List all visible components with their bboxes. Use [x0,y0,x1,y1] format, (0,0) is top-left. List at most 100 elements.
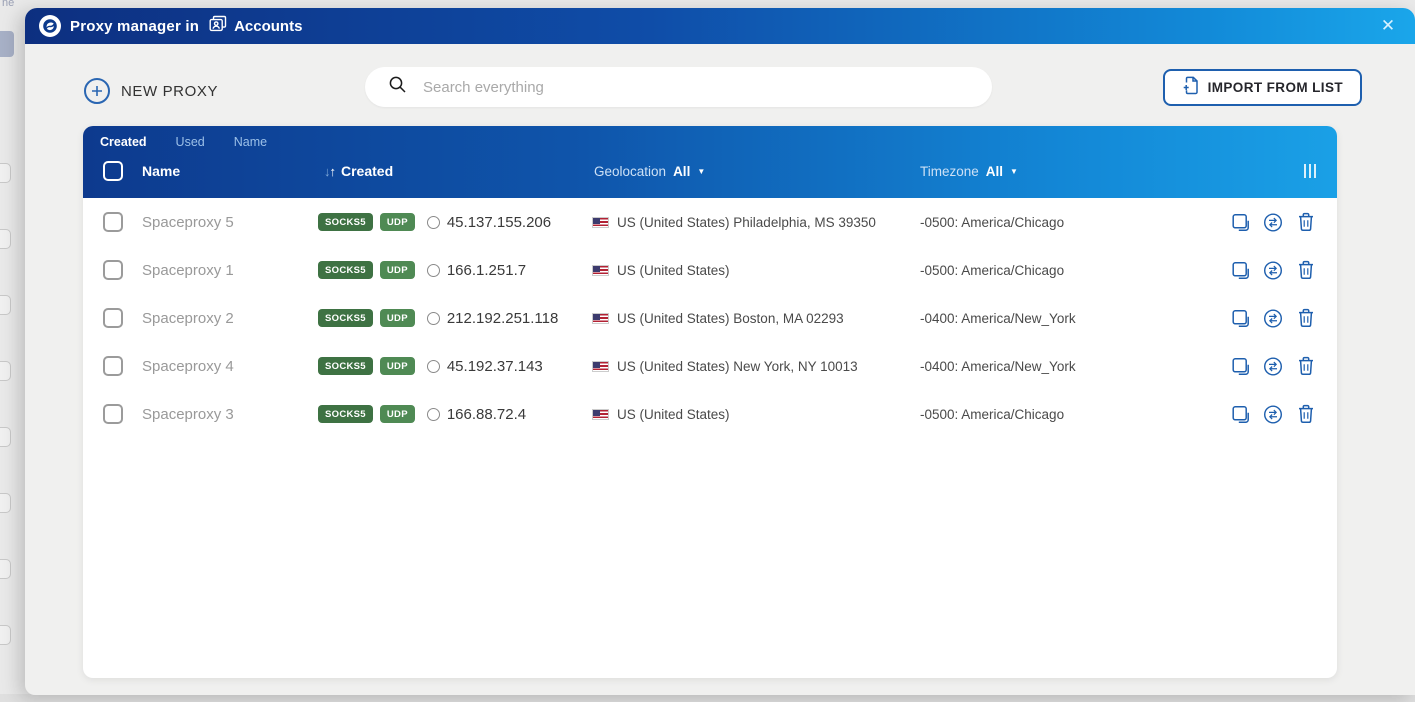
proxy-name[interactable]: Spaceproxy 5 [142,214,318,231]
tab-used[interactable]: Used [176,135,205,149]
delete-icon[interactable] [1296,308,1316,328]
copy-icon[interactable] [1230,404,1250,424]
status-circle-icon [427,216,440,229]
accounts-context[interactable]: Accounts [209,15,302,37]
delete-icon[interactable] [1296,260,1316,280]
background-checkbox [0,295,11,315]
delete-icon[interactable] [1296,212,1316,232]
transfer-icon[interactable] [1263,260,1283,280]
transfer-icon[interactable] [1263,212,1283,232]
new-proxy-button[interactable]: NEW PROXY [84,78,218,104]
proxy-ip[interactable]: 45.137.155.206 [447,214,551,231]
proxy-geolocation: US (United States) Philadelphia, MS 3935… [617,215,876,230]
columns-settings-icon[interactable] [1304,164,1316,178]
background-bottom-edge [0,694,1415,702]
proxy-name[interactable]: Spaceproxy 2 [142,310,318,327]
delete-icon[interactable] [1296,356,1316,376]
plus-icon [84,78,110,104]
status-circle-icon [427,264,440,277]
proxy-ip[interactable]: 166.1.251.7 [447,262,526,279]
tab-name[interactable]: Name [234,135,267,149]
background-checkbox [0,163,11,183]
proxy-name[interactable]: Spaceproxy 4 [142,358,318,375]
copy-icon[interactable] [1230,356,1250,376]
column-created[interactable]: Created [341,163,393,179]
column-header-row: Name ↓ ↑ Created Geolocation All ▼ Timez… [83,151,1337,191]
search-icon [388,75,407,99]
transport-badge: UDP [380,261,415,279]
delete-icon[interactable] [1296,404,1316,424]
close-icon[interactable]: ✕ [1375,13,1401,39]
column-timezone: Timezone [920,164,979,179]
row-checkbox[interactable] [103,308,123,328]
proxy-geolocation: US (United States) [617,407,730,422]
sort-tabs: Created Used Name [83,126,1337,149]
geolocation-filter-value[interactable]: All [673,164,690,179]
select-all-checkbox[interactable] [103,161,123,181]
status-circle-icon [427,360,440,373]
background-checkbox [0,361,11,381]
us-flag-icon [592,361,609,372]
column-name: Name [142,163,318,179]
search-input[interactable] [423,79,982,96]
chevron-down-icon[interactable]: ▼ [1010,167,1018,176]
proxy-ip[interactable]: 212.192.251.118 [447,310,559,327]
search-bar[interactable] [365,67,992,107]
accounts-label: Accounts [234,18,302,35]
table-row: Spaceproxy 3 SOCKS5 UDP 166.88.72.4 US (… [83,390,1337,438]
protocol-badge: SOCKS5 [318,405,373,423]
titlebar: Proxy manager in Accounts ✕ [25,8,1415,44]
transport-badge: UDP [380,357,415,375]
us-flag-icon [592,313,609,324]
background-checkbox [0,229,11,249]
proxy-manager-window: Proxy manager in Accounts ✕ NEW PROXY [25,8,1415,695]
proxy-timezone: -0500: America/Chicago [920,215,1064,230]
table-row: Spaceproxy 1 SOCKS5 UDP 166.1.251.7 US (… [83,246,1337,294]
table-row: Spaceproxy 5 SOCKS5 UDP 45.137.155.206 U… [83,198,1337,246]
import-from-list-button[interactable]: IMPORT FROM LIST [1163,69,1362,106]
row-checkbox[interactable] [103,212,123,232]
sort-asc-icon[interactable]: ↑ [330,164,337,179]
copy-icon[interactable] [1230,260,1250,280]
table-row: Spaceproxy 4 SOCKS5 UDP 45.192.37.143 US… [83,342,1337,390]
proxy-geolocation: US (United States) Boston, MA 02293 [617,311,844,326]
background-partial-element [0,31,14,57]
tab-created[interactable]: Created [100,135,147,149]
app-logo-icon [39,15,61,37]
table-body: Spaceproxy 5 SOCKS5 UDP 45.137.155.206 U… [83,198,1337,438]
transport-badge: UDP [380,213,415,231]
protocol-badge: SOCKS5 [318,357,373,375]
background-checkbox [0,493,11,513]
transfer-icon[interactable] [1263,404,1283,424]
copy-icon[interactable] [1230,212,1250,232]
transport-badge: UDP [380,405,415,423]
background-checkbox [0,427,11,447]
transfer-icon[interactable] [1263,356,1283,376]
proxy-timezone: -0500: America/Chicago [920,263,1064,278]
proxy-name[interactable]: Spaceproxy 3 [142,406,318,423]
us-flag-icon [592,217,609,228]
status-circle-icon [427,312,440,325]
column-geolocation: Geolocation [594,164,666,179]
accounts-icon [209,15,228,37]
protocol-badge: SOCKS5 [318,213,373,231]
proxy-ip[interactable]: 45.192.37.143 [447,358,543,375]
proxy-timezone: -0400: America/New_York [920,359,1076,374]
proxy-timezone: -0500: America/Chicago [920,407,1064,422]
proxy-geolocation: US (United States) [617,263,730,278]
row-checkbox[interactable] [103,356,123,376]
protocol-badge: SOCKS5 [318,261,373,279]
row-checkbox[interactable] [103,260,123,280]
chevron-down-icon[interactable]: ▼ [697,167,705,176]
proxy-table: Created Used Name Name ↓ ↑ Created Geolo… [83,126,1337,678]
timezone-filter-value[interactable]: All [986,164,1003,179]
table-header-band: Created Used Name Name ↓ ↑ Created Geolo… [83,126,1337,198]
copy-icon[interactable] [1230,308,1250,328]
row-checkbox[interactable] [103,404,123,424]
proxy-name[interactable]: Spaceproxy 1 [142,262,318,279]
transfer-icon[interactable] [1263,308,1283,328]
background-checkbox [0,625,11,645]
status-circle-icon [427,408,440,421]
proxy-ip[interactable]: 166.88.72.4 [447,406,526,423]
protocol-badge: SOCKS5 [318,309,373,327]
